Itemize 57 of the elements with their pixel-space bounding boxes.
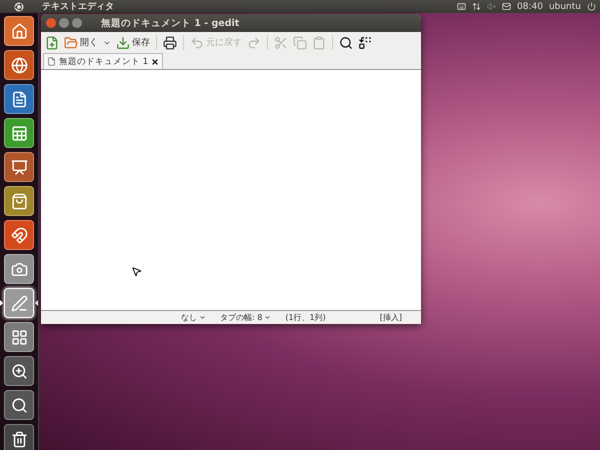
folder-icon — [64, 36, 78, 50]
user-name[interactable]: ubuntu — [548, 2, 581, 12]
syntax-menu-button[interactable]: なし — [181, 312, 206, 323]
new-file-icon — [45, 36, 59, 50]
presentation-icon — [10, 158, 28, 176]
scissors-icon — [274, 36, 288, 50]
maximize-button[interactable] — [72, 18, 82, 28]
tab-width-menu-button[interactable]: タブの幅: 8 — [220, 312, 272, 323]
copy-icon — [293, 36, 307, 50]
save-button[interactable]: 保存 — [115, 33, 151, 52]
launcher-item[interactable] — [4, 50, 34, 80]
search-icon — [339, 36, 353, 50]
launcher-item[interactable] — [4, 152, 34, 182]
close-button[interactable] — [46, 18, 56, 28]
redo-icon — [247, 36, 261, 50]
spreadsheet-icon — [10, 124, 28, 142]
document-icon — [10, 90, 28, 108]
app-title: テキストエディタ — [41, 1, 115, 13]
caret-icon — [264, 314, 272, 321]
tab-close-button[interactable] — [151, 58, 160, 66]
mail-icon[interactable] — [502, 2, 511, 11]
power-icon[interactable] — [587, 2, 596, 11]
launcher-item[interactable] — [4, 322, 34, 352]
replace-icon — [358, 36, 372, 50]
launcher-item[interactable] — [4, 424, 34, 450]
magnet-icon — [10, 226, 28, 244]
tab-label: 無題のドキュメント 1 — [59, 56, 148, 68]
launcher-item[interactable] — [4, 390, 34, 420]
caret-icon — [199, 314, 206, 321]
minimize-button[interactable] — [59, 18, 69, 28]
network-icon[interactable] — [472, 2, 481, 11]
home-icon — [10, 22, 28, 40]
grid-icon — [10, 328, 28, 346]
clock[interactable]: 08:40 — [517, 2, 543, 12]
document-tab[interactable]: 無題のドキュメント 1 — [43, 53, 164, 69]
file-icon — [47, 57, 56, 66]
globe-icon — [10, 56, 28, 74]
launcher-item[interactable] — [4, 220, 34, 250]
clipboard-icon — [312, 36, 326, 50]
insert-mode: [挿入] — [380, 312, 402, 323]
window-title: 無題のドキュメント 1 - gedit — [101, 16, 240, 30]
camera-icon — [10, 260, 28, 278]
mouse-pointer-icon — [131, 266, 142, 277]
trash-icon — [10, 430, 28, 448]
open-button[interactable]: 開く — [63, 33, 99, 52]
cursor-position: (1行、1列) — [285, 312, 326, 323]
launcher-item[interactable] — [4, 84, 34, 114]
keyboard-icon[interactable] — [457, 2, 466, 11]
pencil-icon — [10, 294, 28, 312]
zoom-in-icon — [10, 362, 28, 380]
save-icon — [116, 36, 130, 50]
ubuntu-logo-icon[interactable] — [14, 2, 24, 12]
search-icon — [10, 396, 28, 414]
printer-icon — [163, 36, 177, 50]
undo-icon — [190, 36, 204, 50]
bag-icon — [10, 192, 28, 210]
launcher-item[interactable] — [4, 356, 34, 386]
